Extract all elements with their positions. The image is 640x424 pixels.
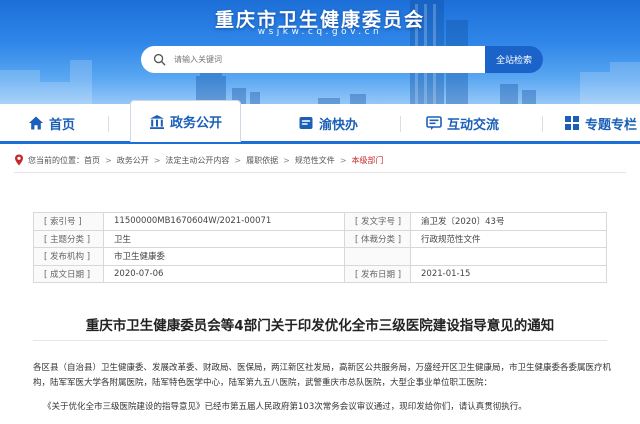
meta-label-written-date: [ 成文日期 ] — [33, 264, 104, 284]
breadcrumb-link-home[interactable]: 首页 — [84, 155, 100, 166]
nav-item-home[interactable]: 首页 — [28, 104, 75, 142]
nav-divider — [400, 116, 401, 132]
breadcrumb-separator: > — [339, 155, 347, 165]
nav-item-label: 渝快办 — [319, 117, 359, 133]
article-paragraph-body: 《关于优化全市三级医院建设的指导意见》已经市第五届人民政府第103次常务会议审议… — [43, 402, 527, 412]
breadcrumb: 您当前的位置： 首页 > 政务公开 > 法定主动公开内容 > 履职依据 > 规范… — [14, 152, 384, 168]
site-search-button[interactable]: 全站检索 — [485, 46, 543, 73]
breadcrumb-separator: > — [105, 155, 112, 165]
nav-item-yukuaiban[interactable]: 渝快办 — [298, 104, 358, 142]
meta-label-index-number: [ 索引号 ] — [33, 212, 104, 231]
article-title: 重庆市卫生健康委员会等4部门关于印发优化全市三级医院建设指导意见的通知 — [85, 318, 555, 334]
nav-item-government-affairs[interactable]: 政务公开 — [130, 100, 242, 142]
meta-label-document-number: [ 发文字号 ] — [344, 212, 411, 231]
nav-item-special-topics[interactable]: 专题专栏 — [564, 104, 637, 142]
search-box — [141, 46, 485, 73]
search-input[interactable] — [174, 55, 474, 64]
meta-value-subject: 卫生 — [103, 229, 345, 249]
meta-label-empty — [344, 247, 411, 266]
meta-value-written-date: 2020-07-06 — [103, 264, 345, 284]
nav-divider — [108, 116, 109, 132]
breadcrumb-separator: > — [153, 155, 161, 165]
article-paragraph-recipients: 各区县（自治县）卫生健康委、发展改革委、财政局、医保局，两江新区社发局，高新区公… — [33, 363, 612, 388]
meta-value-genre: 行政规范性文件 — [410, 229, 607, 249]
meta-value-index-number: 11500000MB1670604W/2021-00071 — [103, 212, 345, 231]
table-row: [ 成文日期 ] 2020-07-06 [ 发布日期 ] 2021-01-15 — [33, 264, 607, 284]
location-pin-icon — [15, 154, 23, 166]
nav-item-label: 专题专栏 — [585, 117, 638, 133]
grid-icon — [565, 116, 579, 130]
table-row: [ 发布机构 ] 市卫生健康委 — [33, 247, 607, 266]
meta-label-genre: [ 体裁分类 ] — [344, 229, 411, 249]
breadcrumb-prefix: 您当前的位置： — [28, 155, 84, 165]
meta-value-publish-date: 2021-01-15 — [410, 264, 607, 284]
main-navigation: 首页 政务公开 渝快办 互动交流 专题专栏 — [0, 100, 640, 144]
breadcrumb-link-normative-documents[interactable]: 规范性文件 — [295, 155, 335, 166]
nav-item-label: 首页 — [49, 117, 76, 133]
meta-label-issuing-agency: [ 发布机构 ] — [33, 247, 104, 266]
meta-value-empty — [410, 247, 607, 266]
site-domain: wsjkw.cq.gov.cn — [257, 27, 383, 37]
nav-item-label: 政务公开 — [170, 116, 223, 131]
breadcrumb-link-government-affairs[interactable]: 政务公开 — [117, 155, 149, 166]
nav-divider — [542, 116, 543, 132]
meta-label-subject: [ 主题分类 ] — [33, 229, 104, 249]
table-row: [ 索引号 ] 11500000MB1670604W/2021-00071 [ … — [33, 212, 607, 231]
nav-item-interaction[interactable]: 互动交流 — [426, 104, 499, 142]
breadcrumb-link-statutory-disclosure[interactable]: 法定主动公开内容 — [165, 155, 229, 166]
service-icon — [299, 117, 313, 129]
breadcrumb-separator: > — [283, 155, 290, 165]
chat-window-icon — [426, 116, 442, 130]
breadcrumb-current[interactable]: 本级部门 — [352, 155, 384, 166]
home-icon — [29, 116, 43, 130]
search-icon — [153, 53, 166, 66]
breadcrumb-link-duty-basis[interactable]: 履职依据 — [246, 155, 278, 166]
table-row: [ 主题分类 ] 卫生 [ 体裁分类 ] 行政规范性文件 — [33, 229, 607, 249]
breadcrumb-divider — [14, 172, 626, 173]
title-divider — [33, 340, 607, 341]
breadcrumb-separator: > — [234, 155, 242, 165]
meta-label-publish-date: [ 发布日期 ] — [344, 264, 411, 284]
nav-item-label: 互动交流 — [447, 117, 500, 133]
document-metadata-table: [ 索引号 ] 11500000MB1670604W/2021-00071 [ … — [33, 212, 607, 284]
meta-value-document-number: 渝卫发〔2020〕43号 — [410, 212, 607, 231]
meta-value-issuing-agency: 市卫生健康委 — [103, 247, 345, 266]
government-building-icon — [150, 114, 164, 129]
header-banner: 重庆市卫生健康委员会 wsjkw.cq.gov.cn 全站检索 — [0, 0, 640, 112]
